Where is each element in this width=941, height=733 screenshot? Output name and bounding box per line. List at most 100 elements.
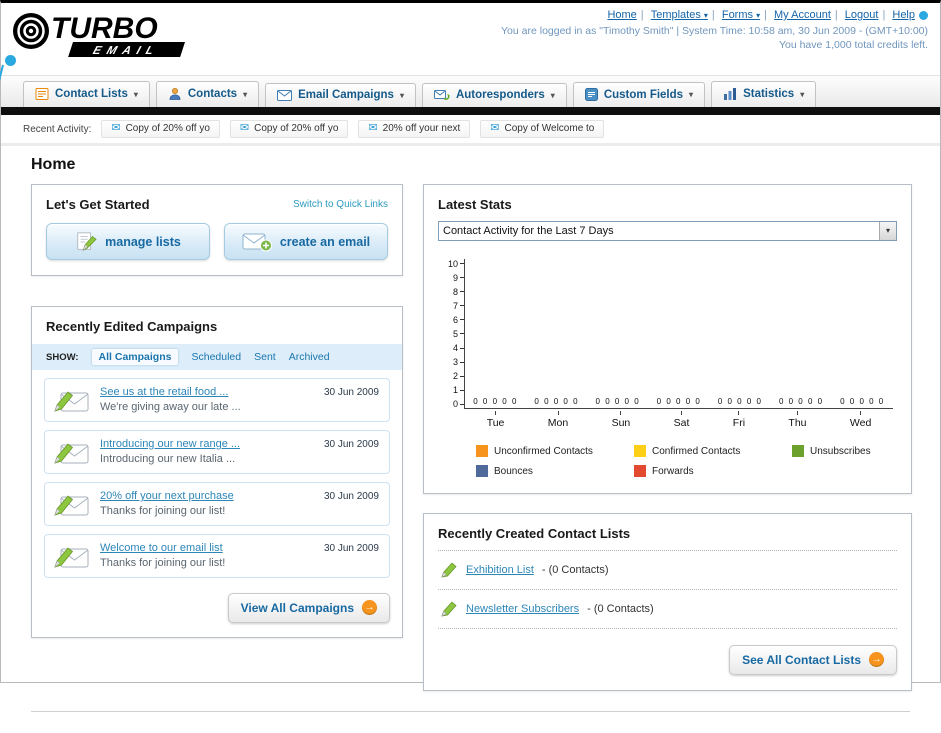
chart-y-axis: 10 9 8 7 6 5 4 3 2 1 0 bbox=[442, 259, 464, 409]
top-link-help[interactable]: Help bbox=[892, 9, 915, 21]
separator: | bbox=[764, 9, 767, 21]
see-all-contact-lists-label: See All Contact Lists bbox=[742, 652, 861, 667]
legend-swatch bbox=[476, 445, 488, 457]
chart-value-labels: 0 0 0 0 0 bbox=[778, 397, 824, 406]
view-all-campaigns-label: View All Campaigns bbox=[240, 600, 354, 615]
campaign-title-link[interactable]: See us at the retail food ... bbox=[100, 386, 241, 398]
activity-item-label: Copy of Welcome to bbox=[504, 123, 595, 134]
tab-all-campaigns[interactable]: All Campaigns bbox=[91, 349, 179, 365]
top-links: Home | Templates ▾ | Forms ▾ | My Account | … bbox=[501, 9, 928, 21]
chart-legend: Unconfirmed Contacts Confirmed Contacts Un… bbox=[476, 445, 893, 477]
contact-list-row[interactable]: Exhibition List - (0 Contacts) bbox=[438, 551, 897, 590]
chart-value-labels: 0 0 0 0 0 bbox=[534, 397, 580, 406]
recent-activity-label: Recent Activity: bbox=[23, 123, 92, 135]
chevron-down-icon: ▾ bbox=[800, 89, 805, 99]
switch-quick-links-link[interactable]: Switch to Quick Links bbox=[293, 199, 388, 210]
contact-list-row[interactable]: Newsletter Subscribers - (0 Contacts) bbox=[438, 590, 897, 629]
campaign-date: 30 Jun 2009 bbox=[323, 439, 379, 450]
manage-lists-icon bbox=[77, 231, 97, 251]
campaign-title-link[interactable]: Introducing our new range ... bbox=[100, 438, 240, 450]
campaign-row[interactable]: Welcome to our email list Thanks for joi… bbox=[44, 534, 390, 578]
top-link-forms[interactable]: Forms ▾ bbox=[722, 9, 760, 21]
logo-swirl-icon bbox=[13, 13, 49, 49]
top-link-home[interactable]: Home bbox=[607, 9, 636, 21]
campaign-row[interactable]: Introducing our new range ... Introducin… bbox=[44, 430, 390, 474]
tab-scheduled[interactable]: Scheduled bbox=[191, 351, 241, 363]
chart-x-tick-label: Sat bbox=[674, 411, 690, 429]
arrow-right-icon: → bbox=[362, 600, 377, 615]
top-link-logout[interactable]: Logout bbox=[845, 9, 879, 21]
chevron-down-icon: ▾ bbox=[399, 90, 404, 100]
contacts-icon bbox=[169, 88, 181, 100]
logo-subtitle: EMAIL bbox=[91, 44, 161, 57]
legend-item: Unsubscribes bbox=[792, 445, 893, 457]
tab-autoresponders[interactable]: Autoresponders ▾ bbox=[421, 83, 567, 107]
page-title: Home bbox=[31, 156, 76, 173]
create-email-label: create an email bbox=[279, 234, 371, 249]
chart-x-tick-label: Sun bbox=[612, 411, 631, 429]
email-campaigns-icon bbox=[277, 89, 293, 101]
tab-custom-fields[interactable]: Custom Fields ▾ bbox=[572, 82, 706, 107]
chevron-down-icon: ▾ bbox=[550, 90, 555, 100]
chevron-down-icon: ▾ bbox=[703, 11, 708, 20]
create-email-button[interactable]: create an email bbox=[224, 223, 388, 260]
activity-item-label: Copy of 20% off yo bbox=[125, 123, 210, 134]
campaign-title-link[interactable]: Welcome to our email list bbox=[100, 542, 225, 554]
logo-title: TURBO bbox=[51, 12, 158, 45]
legend-swatch bbox=[634, 465, 646, 477]
legend-label: Confirmed Contacts bbox=[652, 445, 741, 457]
contact-list-detail: - (0 Contacts) bbox=[587, 603, 654, 615]
top-link-templates[interactable]: Templates ▾ bbox=[651, 9, 708, 21]
envelope-pencil-icon bbox=[54, 443, 89, 464]
tab-archived[interactable]: Archived bbox=[289, 351, 330, 363]
view-all-campaigns-button[interactable]: View All Campaigns → bbox=[227, 593, 390, 623]
chevron-down-icon: ▾ bbox=[756, 11, 761, 20]
legend-swatch bbox=[792, 445, 804, 457]
separator: | bbox=[882, 9, 886, 21]
contact-list-name-link[interactable]: Exhibition List bbox=[466, 564, 534, 576]
chart-x-tick-label: Wed bbox=[850, 411, 871, 429]
campaigns-title: Recently Edited Campaigns bbox=[46, 319, 218, 334]
tab-statistics[interactable]: Statistics ▾ bbox=[711, 81, 817, 107]
envelope-icon: ✉ bbox=[368, 122, 378, 134]
activity-item[interactable]: ✉ Copy of 20% off yo bbox=[229, 120, 349, 138]
statistics-icon bbox=[724, 88, 737, 100]
legend-item: Unconfirmed Contacts bbox=[476, 445, 634, 457]
envelope-pencil-icon bbox=[54, 495, 89, 516]
chart-x-tick-label: Tue bbox=[487, 411, 505, 429]
campaign-date: 30 Jun 2009 bbox=[323, 491, 379, 502]
contact-list-name-link[interactable]: Newsletter Subscribers bbox=[466, 603, 579, 615]
tab-email-campaigns[interactable]: Email Campaigns ▾ bbox=[265, 83, 416, 107]
see-all-contact-lists-button[interactable]: See All Contact Lists → bbox=[729, 645, 897, 675]
activity-item[interactable]: ✉ Copy of Welcome to bbox=[480, 120, 605, 138]
credits-info: You have 1,000 total credits left. bbox=[778, 39, 928, 51]
campaigns-filter-tabs: SHOW: All Campaigns Scheduled Sent Archi… bbox=[32, 344, 402, 370]
separator: | bbox=[640, 9, 644, 21]
campaign-date: 30 Jun 2009 bbox=[323, 387, 379, 398]
main-nav: Contact Lists ▾ Contacts ▾ Email Campaig… bbox=[1, 75, 940, 107]
legend-label: Bounces bbox=[494, 465, 533, 477]
chart-value-labels: 0 0 0 0 0 bbox=[717, 397, 763, 406]
tab-label: Custom Fields bbox=[603, 88, 684, 101]
tab-contacts[interactable]: Contacts ▾ bbox=[155, 81, 260, 107]
campaign-row[interactable]: 20% off your next purchase Thanks for jo… bbox=[44, 482, 390, 526]
chart-value-labels: 0 0 0 0 0 bbox=[840, 397, 885, 406]
app-logo: TURBO EMAIL bbox=[9, 7, 239, 66]
envelope-pencil-icon bbox=[54, 547, 89, 568]
stats-period-select[interactable]: Contact Activity for the Last 7 Days ▾ bbox=[438, 221, 897, 241]
activity-item[interactable]: ✉ Copy of 20% off yo bbox=[101, 120, 220, 138]
arrow-right-icon: → bbox=[869, 652, 884, 667]
campaign-row[interactable]: See us at the retail food ... We're givi… bbox=[44, 378, 390, 422]
tab-sent[interactable]: Sent bbox=[254, 351, 276, 363]
manage-lists-button[interactable]: manage lists bbox=[46, 223, 210, 260]
separator: | bbox=[711, 9, 715, 21]
recent-activity-bar: Recent Activity: ✉ Copy of 20% off yo ✉ … bbox=[1, 115, 940, 146]
tab-contact-lists[interactable]: Contact Lists ▾ bbox=[23, 81, 150, 107]
legend-label: Unconfirmed Contacts bbox=[494, 445, 593, 457]
campaign-title-link[interactable]: 20% off your next purchase bbox=[100, 490, 234, 502]
chart-value-labels: 0 0 0 0 0 bbox=[656, 397, 702, 406]
top-link-my-account[interactable]: My Account bbox=[774, 9, 831, 21]
activity-item[interactable]: ✉ 20% off your next bbox=[358, 120, 471, 138]
legend-item: Forwards bbox=[634, 465, 792, 477]
chart-plot-groups: 0 0 0 0 0 0 0 0 0 0 0 0 0 0 0 0 0 0 0 0 0 0 … bbox=[464, 259, 893, 409]
